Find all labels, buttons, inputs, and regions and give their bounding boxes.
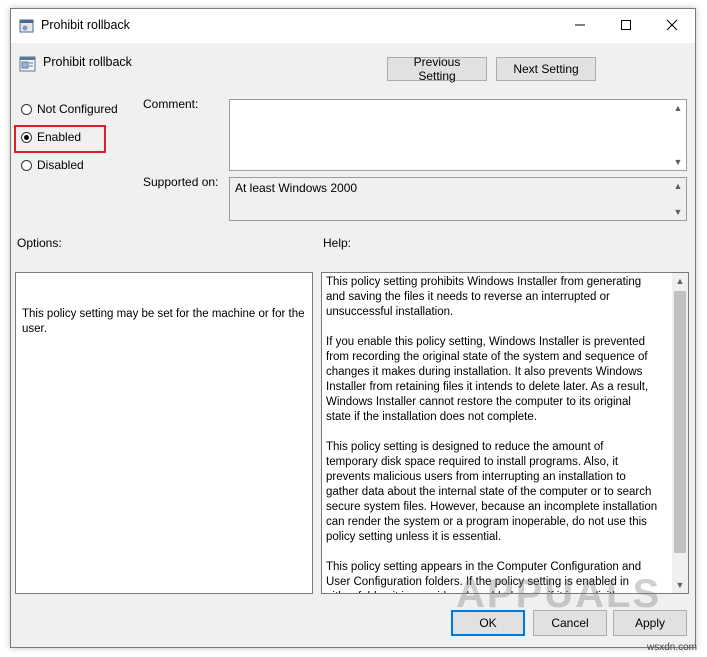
radio-label: Not Configured xyxy=(37,102,118,116)
help-label: Help: xyxy=(323,236,352,250)
comment-label: Comment: xyxy=(143,97,199,111)
scroll-thumb[interactable] xyxy=(674,291,686,553)
site-watermark: wsxdn.com xyxy=(647,642,698,653)
help-paragraph: This policy setting is designed to reduc… xyxy=(326,441,658,543)
supported-on-label: Supported on: xyxy=(143,175,219,189)
supported-scrollbar[interactable]: ▲ ▼ xyxy=(670,178,686,220)
scroll-up-icon[interactable]: ▲ xyxy=(670,178,686,194)
scroll-down-icon[interactable]: ▼ xyxy=(670,204,686,220)
radio-enabled[interactable]: Enabled xyxy=(21,130,81,144)
supported-on-value: At least Windows 2000 xyxy=(235,181,358,195)
setting-icon xyxy=(19,55,37,73)
radio-indicator[interactable] xyxy=(21,103,32,115)
scroll-down-icon[interactable]: ▼ xyxy=(670,154,686,170)
maximize-icon xyxy=(620,19,632,34)
setting-title: Prohibit rollback xyxy=(43,55,132,69)
title-bar[interactable]: Prohibit rollback xyxy=(11,9,695,43)
previous-setting-button[interactable]: Previous Setting xyxy=(387,55,487,83)
appuals-watermark: APPUALS xyxy=(456,572,662,616)
options-text: This policy setting may be set for the m… xyxy=(22,308,305,335)
help-scrollbar[interactable]: ▲ ▼ xyxy=(672,273,688,593)
radio-disabled[interactable]: Disabled xyxy=(21,158,84,172)
minimize-icon xyxy=(574,19,586,34)
policy-dialog: Prohibit rollback Prohibit rollback Prev… xyxy=(10,8,696,648)
help-text: This policy setting prohibits Windows In… xyxy=(326,275,658,593)
close-button[interactable] xyxy=(649,9,695,43)
radio-label: Enabled xyxy=(37,130,82,144)
comment-scrollbar[interactable]: ▲ ▼ xyxy=(670,100,686,170)
window-title: Prohibit rollback xyxy=(41,18,130,32)
radio-not-configured[interactable]: Not Configured xyxy=(21,102,118,116)
maximize-button[interactable] xyxy=(603,9,649,43)
comment-textbox[interactable]: ▲ ▼ xyxy=(229,99,687,171)
help-paragraph: If you enable this policy setting, Windo… xyxy=(326,336,649,423)
close-icon xyxy=(666,19,678,34)
options-label: Options: xyxy=(17,236,62,250)
scroll-up-icon[interactable]: ▲ xyxy=(672,273,688,289)
help-panel: This policy setting prohibits Windows In… xyxy=(321,272,689,594)
scroll-down-icon[interactable]: ▼ xyxy=(672,577,688,593)
options-panel: This policy setting may be set for the m… xyxy=(15,272,313,594)
scroll-up-icon[interactable]: ▲ xyxy=(670,100,686,116)
policy-icon xyxy=(19,18,35,34)
help-paragraph: This policy setting prohibits Windows In… xyxy=(326,276,642,318)
next-setting-button[interactable]: Next Setting xyxy=(496,57,596,81)
minimize-button[interactable] xyxy=(557,9,603,43)
radio-indicator[interactable] xyxy=(21,159,32,171)
radio-indicator[interactable] xyxy=(21,131,32,143)
supported-on-textbox: At least Windows 2000 ▲ ▼ xyxy=(229,177,687,221)
radio-label: Disabled xyxy=(37,158,84,172)
